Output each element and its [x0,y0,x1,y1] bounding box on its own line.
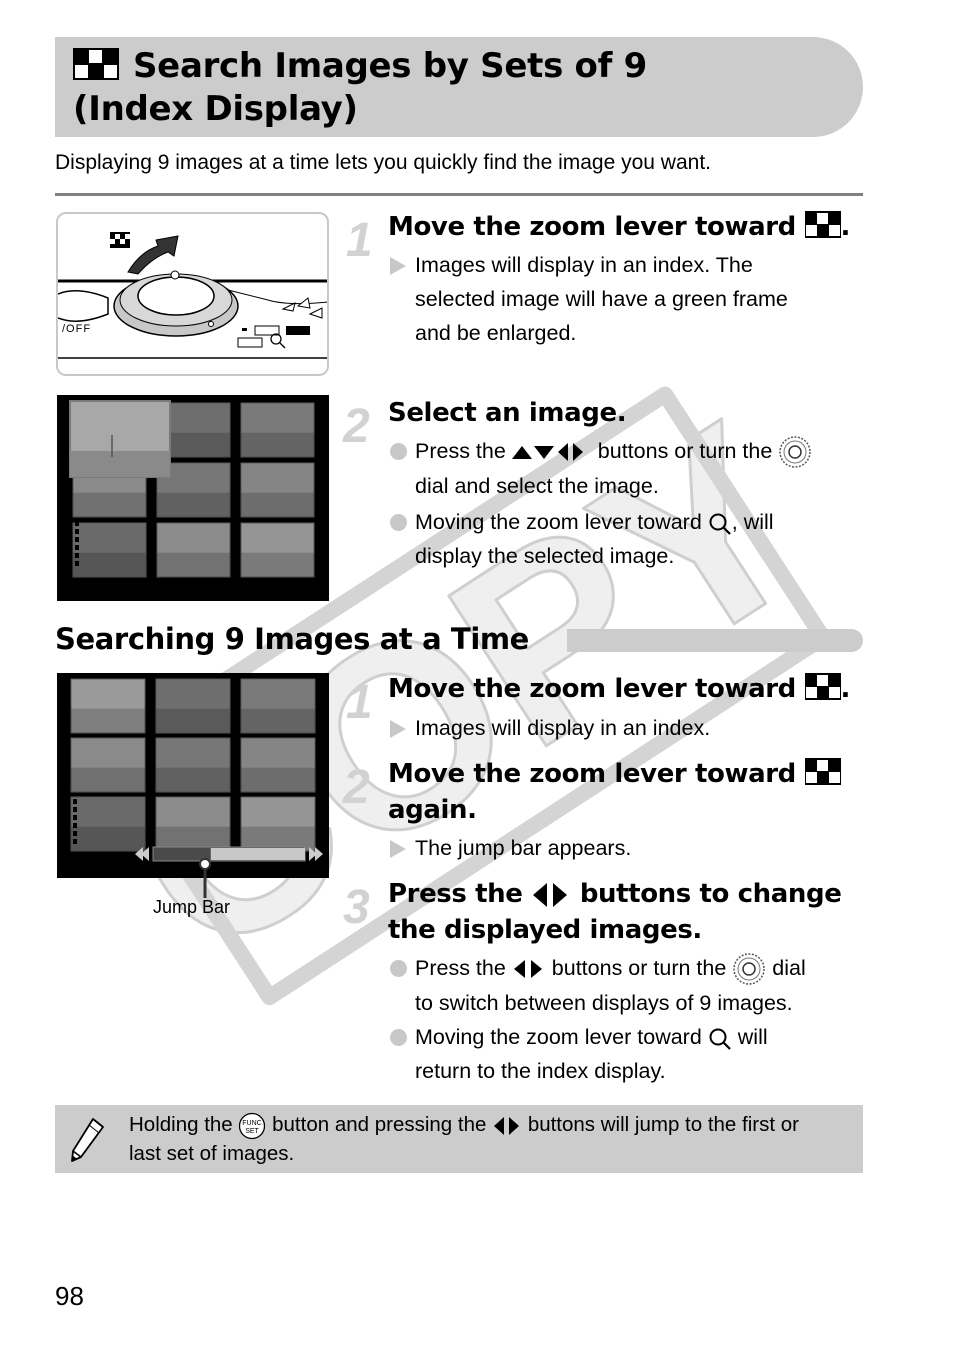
control-dial-icon [733,953,766,986]
note-box: Holding the FUNC SET button and pressing… [55,1105,863,1173]
thumbnail-image[interactable] [70,796,146,852]
step-result: Images will display in an index. The sel… [388,248,788,350]
left-right-buttons-icon [494,1116,520,1135]
step-number: 1 [346,676,373,729]
thumbnail-image[interactable] [70,678,146,734]
camera-zoom-lever-illustration: /OFF [56,212,329,376]
thumbnail-image[interactable] [70,737,146,793]
index-display-screen [57,395,329,601]
divider [55,193,863,196]
step-number: 2 [343,761,370,814]
result-arrow-icon [390,257,406,275]
thumbnail-image[interactable] [72,522,147,578]
set-label: SET [246,1128,260,1135]
thumbnail-image[interactable] [155,796,231,852]
step-result: Images will display in an index. [388,711,710,745]
page-title: Search Images by Sets of 9 (Index Displa… [73,46,648,129]
result-arrow-icon [390,720,406,738]
jump-bar-fill [210,848,305,860]
jump-bar-label: Jump Bar [153,897,231,917]
step-number: 3 [343,881,370,934]
thumbnail-image[interactable] [240,522,315,578]
section-heading: Searching 9 Images at a Time [55,622,529,656]
step-heading: Press the buttons to change the displaye… [388,879,842,945]
thumbnail-image[interactable] [155,678,231,734]
title-bar: Search Images by Sets of 9 (Index Displa… [55,37,863,137]
index-display-icon [73,47,119,80]
index-display-icon [804,673,841,700]
jump-last-icon [309,847,323,861]
jump-bar-callout-line [199,858,211,898]
magnifier-icon [709,513,731,535]
step-heading: Select an image. [388,398,627,428]
magnifier-icon [709,1028,731,1050]
thumbnail-image[interactable] [240,737,316,793]
jump-bar[interactable] [135,846,323,862]
page-number: 98 [55,1281,84,1311]
thumbnail-image[interactable] [240,402,315,458]
thumbnail-image[interactable] [240,796,316,852]
step-result: The jump bar appears. [388,831,631,865]
up-down-left-right-buttons-icon [511,443,583,462]
step-number: 1 [346,214,373,267]
step-heading: Move the zoom lever toward . [388,211,851,242]
func-set-button-icon: FUNC SET [239,1112,266,1139]
index-display-with-jump-bar [57,673,329,878]
section-heading-bar [567,629,863,652]
pencil-icon [71,1118,104,1162]
result-arrow-icon [390,840,406,858]
control-dial-icon [779,436,812,469]
thumbnail-image[interactable] [155,737,231,793]
step-bullets: Press the buttons or turn the dial and s… [388,434,812,573]
step-heading: Move the zoom lever toward again. [388,756,841,828]
step-heading: Move the zoom lever toward . [388,673,851,704]
off-label: /OFF [62,323,91,335]
bullet-dot [390,514,407,532]
left-right-buttons-icon [533,882,568,907]
bullet-dot [390,443,407,460]
selected-enlarged-thumbnail[interactable] [69,400,171,478]
step-bullets: Press the buttons or turn the dial to sw… [388,951,806,1088]
step-number: 2 [343,400,370,453]
thumbnail-image[interactable] [240,678,316,734]
note-text: Holding the FUNC SET button and pressing… [129,1112,799,1165]
left-right-buttons-icon [513,960,542,979]
thumbnail-image[interactable] [156,522,231,578]
bullet-dot [390,1029,407,1047]
bullet-dot [390,960,407,977]
intro-text: Displaying 9 images at a time lets you q… [55,151,711,174]
thumbnail-image[interactable] [240,462,315,518]
func-label: FUNC [243,1120,262,1127]
index-display-icon [804,211,841,238]
index-display-icon [804,758,841,785]
